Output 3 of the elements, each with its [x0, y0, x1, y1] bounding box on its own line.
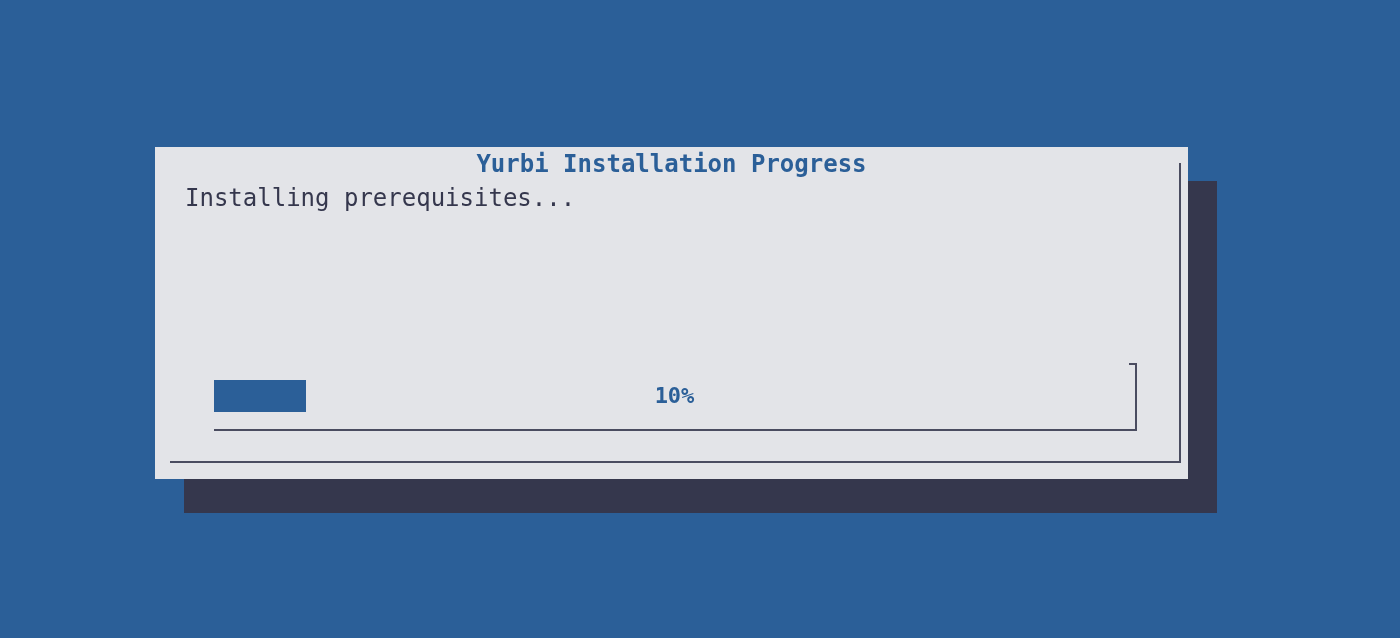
status-message: Installing prerequisites... [185, 183, 576, 214]
progress-percentage: 10% [654, 382, 695, 410]
dialog-title: Yurbi Installation Progress [476, 149, 867, 180]
